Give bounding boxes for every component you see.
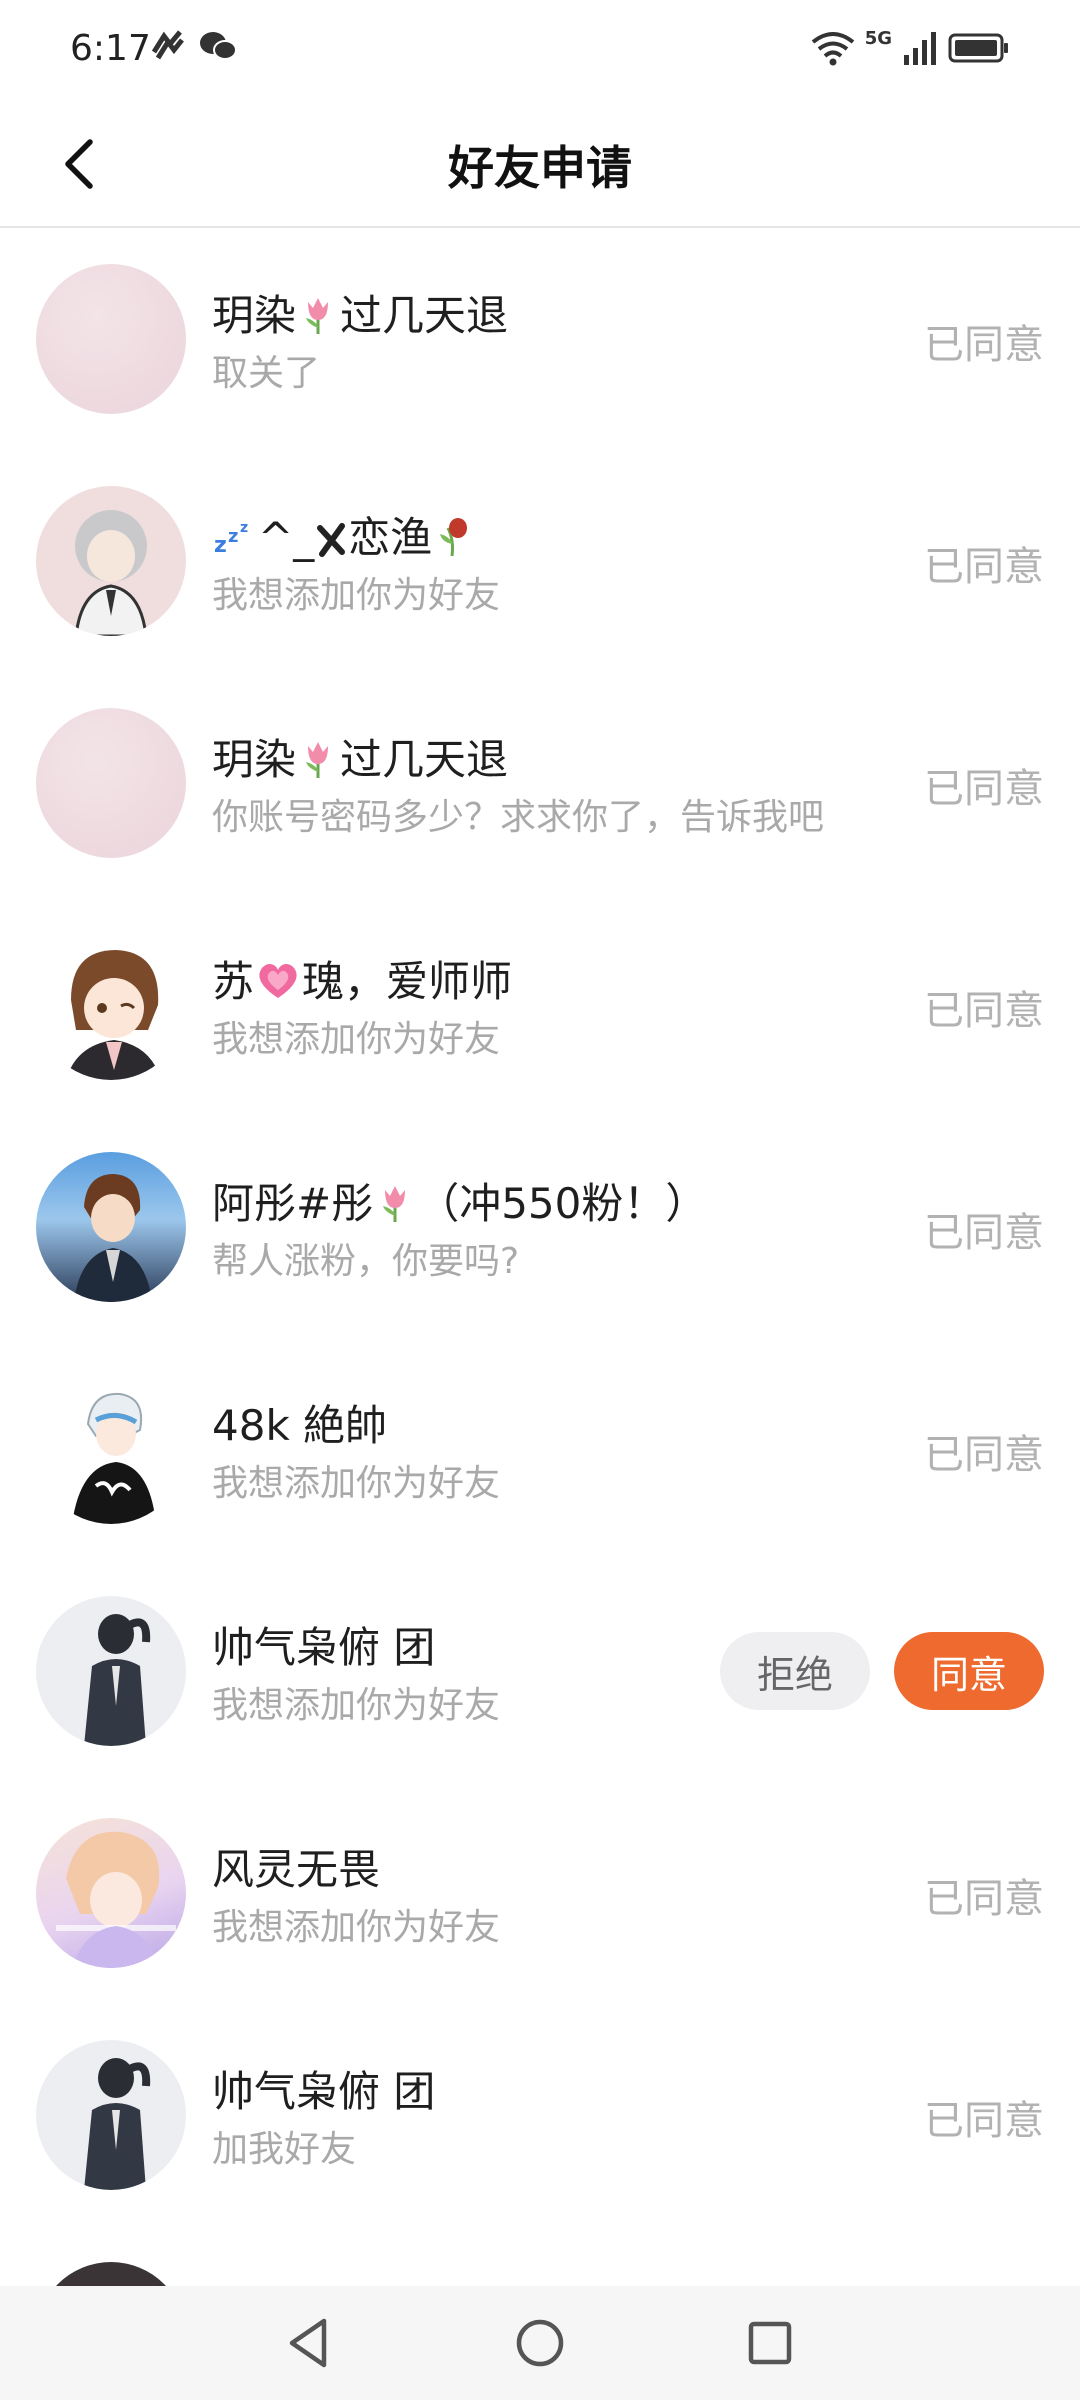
tulip-icon	[383, 1186, 406, 1222]
request-message: 我想添加你为好友	[212, 1463, 501, 1504]
friend-request-row[interactable]: 帅气枭俯 团 我想添加你为好友 拒绝 同意	[0, 1560, 1080, 1782]
anime-avatar-image	[66, 950, 161, 1080]
anime-avatar-image	[74, 1174, 152, 1302]
request-message: 我想添加你为好友	[212, 575, 501, 616]
friend-request-row[interactable]: 帅气枭俯 团 加我好友 已同意	[0, 2004, 1080, 2226]
system-navigation-bar	[0, 2286, 1080, 2400]
avatar[interactable]	[36, 264, 186, 414]
anime-avatar-image	[72, 1392, 156, 1524]
network-type-label: 5G	[864, 28, 892, 49]
accepted-status: 已同意	[924, 1876, 1044, 1922]
friend-request-row[interactable]: 苏瑰，爱师师 我想添加你为好友 已同意	[0, 894, 1080, 1116]
tulip-icon	[306, 742, 329, 778]
friend-request-row[interactable]	[0, 2226, 1080, 2286]
avatar[interactable]	[36, 486, 186, 636]
requester-name: z z z ^_ 恋渔	[212, 504, 476, 565]
status-right-icons: 5G	[811, 28, 1010, 67]
avatar[interactable]	[36, 2262, 186, 2286]
svg-text:z: z	[228, 526, 238, 547]
wilted-flower-icon	[440, 518, 468, 557]
nav-back-icon[interactable]	[280, 2313, 340, 2373]
request-message: 我想添加你为好友	[212, 1907, 501, 1948]
friend-request-row[interactable]: 玥染 过几天退 取关了 已同意	[0, 228, 1080, 450]
anime-avatar-image	[74, 510, 148, 636]
requester-name: 帅气枭俯 团	[212, 1623, 436, 1672]
friend-request-list[interactable]: 玥染 过几天退 取关了 已同意 z z z ^_ 恋渔 我想添加你为好友 已同意 玥染 过几…	[0, 228, 1080, 2286]
avatar[interactable]	[36, 1374, 186, 1524]
battery-icon	[948, 33, 1008, 62]
wechat-icon	[200, 32, 237, 60]
heart-icon	[259, 963, 297, 998]
anime-avatar-image	[56, 1831, 176, 1968]
requester-name: 玥染 过几天退	[212, 735, 509, 784]
header: 好友申请	[0, 100, 1080, 228]
accepted-status: 已同意	[924, 2098, 1044, 2144]
app-notification-icon	[151, 30, 184, 60]
accept-button[interactable]: 同意	[894, 1632, 1044, 1710]
status-left-icons	[150, 30, 238, 62]
requester-name: 苏瑰，爱师师	[212, 957, 513, 1006]
svg-text:z: z	[240, 520, 248, 536]
friend-request-row[interactable]: 风灵无畏 我想添加你为好友 已同意	[0, 1782, 1080, 2004]
avatar[interactable]	[36, 1152, 186, 1302]
avatar[interactable]	[36, 1596, 186, 1746]
requester-name: 48k 絶帥	[212, 1401, 388, 1450]
request-message: 我想添加你为好友	[212, 1685, 501, 1726]
status-time: 6:17	[70, 28, 151, 69]
friend-request-row[interactable]: 48k 絶帥 我想添加你为好友 已同意	[0, 1338, 1080, 1560]
anime-avatar-image	[84, 2058, 151, 2190]
page-title: 好友申请	[448, 141, 632, 195]
accepted-status: 已同意	[924, 1210, 1044, 1256]
friend-request-row[interactable]: z z z ^_ 恋渔 我想添加你为好友 已同意	[0, 450, 1080, 672]
avatar[interactable]	[36, 1818, 186, 1968]
nav-home-icon[interactable]	[510, 2313, 570, 2373]
requester-name: 风灵无畏	[212, 1845, 381, 1894]
accepted-status: 已同意	[924, 322, 1044, 368]
request-message: 你账号密码多少？求求你了，告诉我吧	[212, 797, 825, 838]
signal-icon	[904, 31, 936, 65]
nav-recents-icon[interactable]	[740, 2313, 800, 2373]
accepted-status: 已同意	[924, 1432, 1044, 1478]
avatar[interactable]	[36, 930, 186, 1080]
accepted-status: 已同意	[924, 544, 1044, 590]
requester-name: 玥染 过几天退	[212, 291, 509, 340]
friend-request-row[interactable]: 阿彤#彤 （冲550粉！） 帮人涨粉，你要吗? 已同意	[0, 1116, 1080, 1338]
status-bar: 6:17 5G	[0, 0, 1080, 100]
request-message: 帮人涨粉，你要吗?	[212, 1241, 520, 1282]
friend-request-row[interactable]: 玥染 过几天退 你账号密码多少？求求你了，告诉我吧 已同意	[0, 672, 1080, 894]
accepted-status: 已同意	[924, 988, 1044, 1034]
request-message: 我想添加你为好友	[212, 1019, 501, 1060]
wifi-icon	[811, 31, 854, 65]
accepted-status: 已同意	[924, 766, 1044, 812]
request-message: 取关了	[212, 353, 321, 394]
svg-text:z: z	[214, 533, 227, 558]
cross-mark-icon	[317, 523, 346, 557]
avatar[interactable]	[36, 2040, 186, 2190]
requester-name: 阿彤#彤 （冲550粉！）	[212, 1179, 708, 1228]
tulip-icon	[306, 298, 329, 334]
request-message: 加我好友	[212, 2129, 357, 2170]
requester-name: 帅气枭俯 团	[212, 2067, 436, 2116]
avatar[interactable]	[36, 708, 186, 858]
reject-button[interactable]: 拒绝	[720, 1632, 870, 1710]
sleep-zzz-icon: zzz	[214, 520, 248, 558]
anime-avatar-image	[84, 1614, 151, 1746]
